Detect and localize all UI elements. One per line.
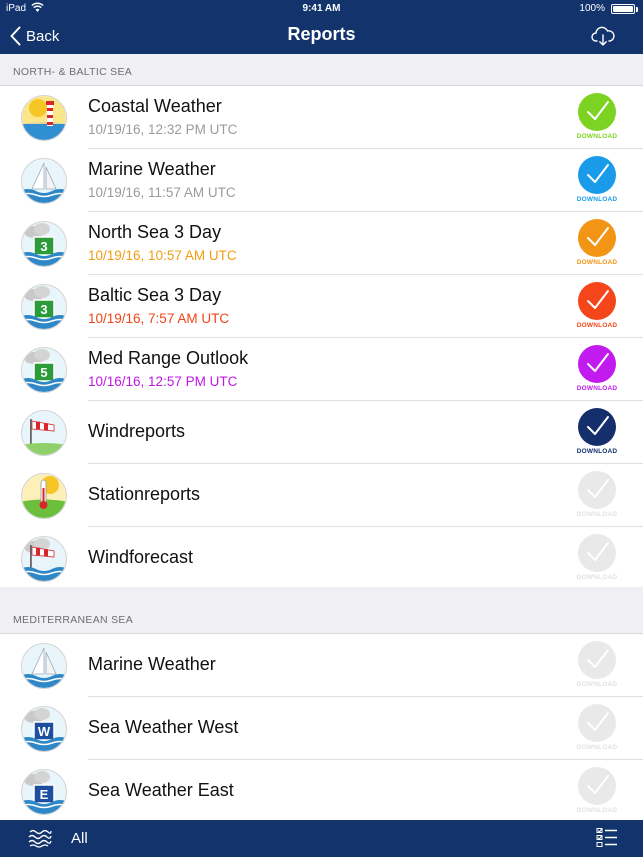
battery-icon	[611, 4, 638, 14]
report-title: Sea Weather East	[88, 780, 234, 800]
report-row[interactable]: 5 Med Range Outlook 10/16/16, 12:57 PM UTC…	[0, 338, 643, 401]
report-row[interactable]: Coastal Weather 10/19/16, 12:32 PM UTC DOW…	[0, 86, 643, 149]
report-title: Marine Weather	[88, 159, 216, 179]
windsock-cloud-icon	[20, 535, 68, 583]
download-button[interactable]: DOWNLOAD	[576, 282, 618, 332]
report-title: Stationreports	[88, 484, 201, 504]
download-label: DOWNLOAD	[576, 133, 618, 140]
report-title: Sea Weather West	[88, 717, 239, 737]
waves-icon[interactable]	[28, 828, 52, 853]
report-timestamp: 10/19/16, 12:32 PM UTC	[88, 122, 238, 137]
day-3-icon: 3	[20, 283, 68, 331]
checkmark-icon	[578, 704, 616, 742]
report-row[interactable]: Marine Weather DOWNLOAD	[0, 634, 643, 697]
report-timestamp: 10/16/16, 12:57 PM UTC	[88, 374, 238, 389]
report-row[interactable]: 3 North Sea 3 Day 10/19/16, 10:57 AM UTC DO…	[0, 212, 643, 275]
letter-e-icon: E	[20, 768, 68, 816]
report-title: Marine Weather	[88, 654, 216, 674]
download-button[interactable]: DOWNLOAD	[576, 471, 618, 521]
status-time: 9:41 AM	[302, 3, 341, 14]
report-row[interactable]: Windforecast DOWNLOAD	[0, 527, 643, 590]
checkmark-icon	[578, 641, 616, 679]
report-row[interactable]: Marine Weather 10/19/16, 11:57 AM UTC DOWN…	[0, 149, 643, 212]
report-timestamp: 10/19/16, 10:57 AM UTC	[88, 248, 237, 263]
report-row[interactable]: 3 Baltic Sea 3 Day 10/19/16, 7:57 AM UTC DO…	[0, 275, 643, 338]
reports-list-north-baltic: Coastal Weather 10/19/16, 12:32 PM UTC DOW…	[0, 86, 643, 590]
report-title: Windforecast	[88, 547, 194, 567]
bottom-toolbar: All	[0, 820, 643, 857]
download-button[interactable]: DOWNLOAD	[576, 767, 618, 817]
checkmark-icon	[578, 408, 616, 446]
download-label: DOWNLOAD	[576, 574, 618, 581]
report-title: Windreports	[88, 421, 186, 441]
download-button[interactable]: DOWNLOAD	[576, 704, 618, 754]
checklist-icon[interactable]	[596, 827, 618, 854]
svg-text:W: W	[38, 724, 51, 739]
svg-text:5: 5	[40, 365, 47, 380]
download-label: DOWNLOAD	[576, 322, 618, 329]
svg-text:3: 3	[40, 302, 47, 317]
download-label: DOWNLOAD	[576, 259, 618, 266]
download-button[interactable]: DOWNLOAD	[576, 534, 618, 584]
report-title: North Sea 3 Day	[88, 222, 222, 242]
section-header-mediterranean: MEDITERRANEAN SEA	[0, 587, 643, 634]
download-label: DOWNLOAD	[576, 385, 618, 392]
report-row[interactable]: W Sea Weather West DOWNLOAD	[0, 697, 643, 760]
download-button[interactable]: DOWNLOAD	[576, 93, 618, 143]
report-timestamp: 10/19/16, 7:57 AM UTC	[88, 311, 230, 326]
sail-icon	[20, 157, 68, 205]
battery-fill	[613, 6, 633, 12]
report-row[interactable]: Windreports DOWNLOAD	[0, 401, 643, 464]
svg-text:E: E	[40, 787, 49, 802]
section-header-north-baltic: NORTH- & BALTIC SEA	[0, 54, 643, 86]
page-title: Reports	[287, 24, 356, 44]
battery-percent: 100%	[579, 3, 605, 14]
section-title: MEDITERRANEAN SEA	[13, 614, 134, 626]
download-button[interactable]: DOWNLOAD	[576, 219, 618, 269]
checkmark-icon	[578, 345, 616, 383]
download-button[interactable]: DOWNLOAD	[576, 156, 618, 206]
download-label: DOWNLOAD	[576, 196, 618, 203]
sail-icon	[20, 642, 68, 690]
windsock-icon	[20, 409, 68, 457]
report-row[interactable]: Stationreports DOWNLOAD	[0, 464, 643, 527]
download-button[interactable]: DOWNLOAD	[576, 641, 618, 691]
checkmark-icon	[578, 219, 616, 257]
download-button[interactable]: DOWNLOAD	[576, 345, 618, 395]
day-5-icon: 5	[20, 346, 68, 394]
download-label: DOWNLOAD	[576, 448, 618, 455]
top-bar: iPad 9:41 AM 100% Back Reports	[0, 0, 643, 54]
download-label: DOWNLOAD	[576, 511, 618, 518]
download-label: DOWNLOAD	[576, 744, 618, 751]
checkmark-icon	[578, 93, 616, 131]
svg-text:3: 3	[40, 239, 47, 254]
navigation-bar: Back Reports	[0, 18, 643, 54]
download-label: DOWNLOAD	[576, 807, 618, 814]
report-row[interactable]: E Sea Weather East DOWNLOAD	[0, 760, 643, 823]
status-bar: iPad 9:41 AM 100%	[0, 0, 643, 18]
checkmark-icon	[578, 282, 616, 320]
report-title: Baltic Sea 3 Day	[88, 285, 222, 305]
checkmark-icon	[578, 534, 616, 572]
checkmark-icon	[578, 471, 616, 509]
download-button[interactable]: DOWNLOAD	[576, 408, 618, 458]
report-title: Med Range Outlook	[88, 348, 249, 368]
report-timestamp: 10/19/16, 11:57 AM UTC	[88, 185, 236, 200]
download-label: DOWNLOAD	[576, 681, 618, 688]
lighthouse-icon	[20, 94, 68, 142]
filter-all-label[interactable]: All	[71, 830, 88, 847]
report-title: Coastal Weather	[88, 96, 222, 116]
checkmark-icon	[578, 767, 616, 805]
reports-list-mediterranean: Marine Weather DOWNLOAD W Sea Weather West D…	[0, 634, 643, 823]
checkmark-icon	[578, 156, 616, 194]
section-title: NORTH- & BALTIC SEA	[13, 66, 133, 78]
letter-w-icon: W	[20, 705, 68, 753]
thermometer-icon	[20, 472, 68, 520]
day-3-icon: 3	[20, 220, 68, 268]
cloud-download-icon[interactable]	[591, 26, 615, 51]
